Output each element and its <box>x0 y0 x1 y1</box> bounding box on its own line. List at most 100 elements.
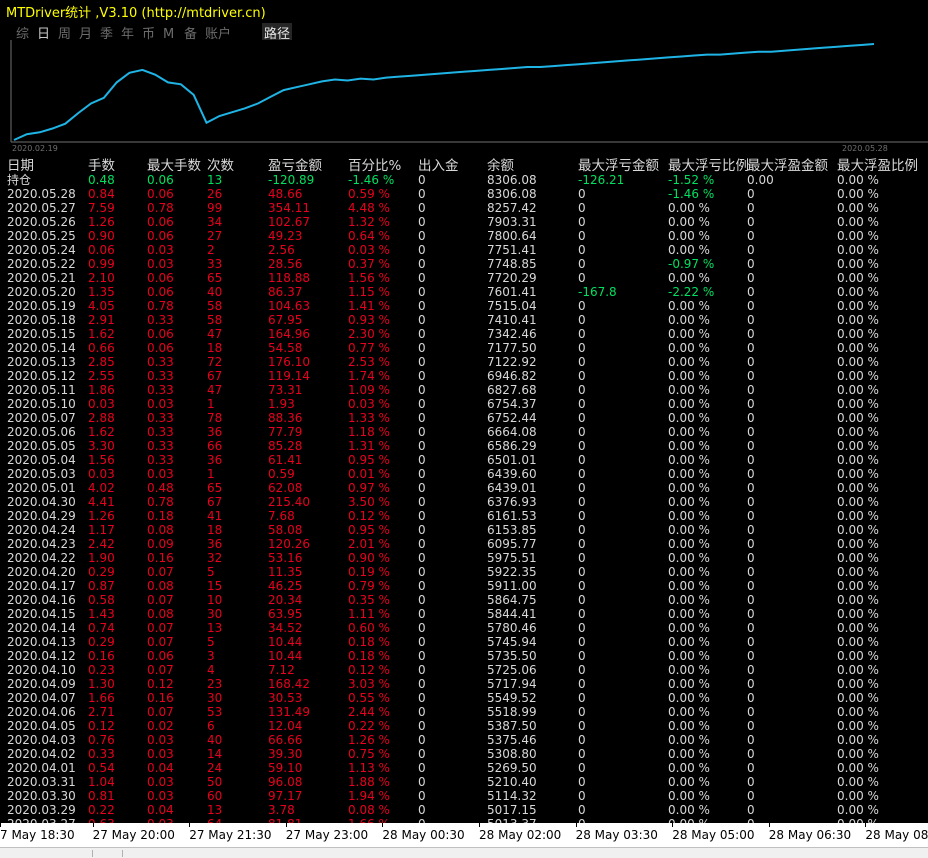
cell-8: 0 <box>578 621 586 635</box>
table-row[interactable]: 2020.04.17 0.87 0.08 15 46.25 0.79 % 0 5911.00 0… <box>0 579 928 593</box>
table-row[interactable]: 2020.05.28 0.84 0.06 26 48.66 0.59 % 0 8306.08 0… <box>0 187 928 201</box>
cell-0: 2020.05.19 <box>7 299 76 313</box>
cell-3: 47 <box>207 383 223 397</box>
cell-5: 2.53 % <box>348 355 390 369</box>
cell-9: 0.00 % <box>668 327 710 341</box>
cell-3: 14 <box>207 747 223 761</box>
cell-10: 0 <box>747 719 755 733</box>
cell-6: 0 <box>418 411 426 425</box>
cell-5: 0.97 % <box>348 481 390 495</box>
table-row[interactable]: 2020.05.11 1.86 0.33 47 73.31 1.09 % 0 6827.68 0… <box>0 383 928 397</box>
table-row[interactable]: 2020.04.12 0.16 0.06 3 10.44 0.18 % 0 5735.50 0 0… <box>0 649 928 663</box>
table-row[interactable]: 2020.04.10 0.23 0.07 4 7.12 0.12 % 0 5725.06 0 0.… <box>0 663 928 677</box>
cell-2: 0.12 <box>147 677 174 691</box>
table-row[interactable]: 2020.05.21 2.10 0.06 65 118.88 1.56 % 0 7720.29… <box>0 271 928 285</box>
table-row[interactable]: 2020.05.13 2.85 0.33 72 176.10 2.53 % 0 7122.92… <box>0 355 928 369</box>
table-row[interactable]: 2020.04.24 1.17 0.08 18 58.08 0.95 % 0 6153.85 0… <box>0 523 928 537</box>
table-row[interactable]: 2020.05.26 1.26 0.06 34 102.67 1.32 % 0 7903.31… <box>0 215 928 229</box>
cell-6: 0 <box>418 257 426 271</box>
table-row[interactable]: 2020.05.25 0.90 0.06 27 49.23 0.64 % 0 7800.64 0… <box>0 229 928 243</box>
time-label: 28 May 02:00 <box>479 828 562 842</box>
cell-6: 0 <box>418 565 426 579</box>
cell-10: 0 <box>747 257 755 271</box>
cell-5: 0.64 % <box>348 229 390 243</box>
cell-5: 0.95 % <box>348 523 390 537</box>
cell-4: 67.95 <box>268 313 303 327</box>
table-row[interactable]: 2020.04.16 0.58 0.07 10 20.34 0.35 % 0 5864.75 0… <box>0 593 928 607</box>
cell-2: 0.33 <box>147 453 174 467</box>
table-row[interactable]: 2020.05.22 0.99 0.03 33 28.56 0.37 % 0 7748.85 0… <box>0 257 928 271</box>
table-row[interactable]: 2020.05.04 1.56 0.33 36 61.41 0.95 % 0 6501.01 0… <box>0 453 928 467</box>
cell-6: 0 <box>418 733 426 747</box>
cell-1: 0.90 <box>88 229 115 243</box>
cell-3: 40 <box>207 285 223 299</box>
column-header-7: 余额 <box>487 158 514 174</box>
cell-7: 6501.01 <box>487 453 537 467</box>
cell-8: 0 <box>578 453 586 467</box>
cell-1: 1.62 <box>88 327 115 341</box>
cell-7: 5518.99 <box>487 705 537 719</box>
cell-8: 0 <box>578 327 586 341</box>
table-row[interactable]: 2020.05.19 4.05 0.78 58 104.63 1.41 % 0 7515.04… <box>0 299 928 313</box>
table-row[interactable]: 2020.04.07 1.66 0.16 30 30.53 0.55 % 0 5549.52 0… <box>0 691 928 705</box>
cell-6: 0 <box>418 579 426 593</box>
cell-4: 96.08 <box>268 775 303 789</box>
cell-11: 0.00 % <box>837 551 879 565</box>
table-row[interactable]: 2020.04.09 1.30 0.12 23 168.42 3.03 % 0 5717.94… <box>0 677 928 691</box>
cell-7: 7177.50 <box>487 341 537 355</box>
table-row[interactable]: 2020.04.05 0.12 0.02 6 12.04 0.22 % 0 5387.50 0 0… <box>0 719 928 733</box>
table-row[interactable]: 2020.05.10 0.03 0.03 1 1.93 0.03 % 0 6754.37 0 0.… <box>0 397 928 411</box>
cell-5: 1.15 % <box>348 285 390 299</box>
cell-8: 0 <box>578 467 586 481</box>
table-row[interactable]: 2020.05.03 0.03 0.03 1 0.59 0.01 % 0 6439.60 0 0.… <box>0 467 928 481</box>
table-row[interactable]: 2020.05.15 1.62 0.06 47 164.96 2.30 % 0 7342.46… <box>0 327 928 341</box>
cell-9: 0.00 % <box>668 733 710 747</box>
table-row[interactable]: 2020.05.01 4.02 0.48 65 62.08 0.97 % 0 6439.01 0… <box>0 481 928 495</box>
time-tick <box>865 823 867 827</box>
cell-11: 0.00 % <box>837 187 879 201</box>
table-row[interactable]: 2020.05.18 2.91 0.33 58 67.95 0.93 % 0 7410.41 0… <box>0 313 928 327</box>
table-row[interactable]: 2020.04.14 0.74 0.07 13 34.52 0.60 % 0 5780.46 0… <box>0 621 928 635</box>
table-row[interactable]: 2020.04.06 2.71 0.07 53 131.49 2.44 % 0 5518.99… <box>0 705 928 719</box>
table-row[interactable]: 2020.03.29 0.22 0.04 13 3.78 0.08 % 0 5017.15 0 0… <box>0 803 928 817</box>
table-row[interactable]: 2020.04.01 0.54 0.04 24 59.10 1.13 % 0 5269.50 0… <box>0 761 928 775</box>
table-row[interactable]: 2020.04.23 2.42 0.09 36 120.26 2.01 % 0 6095.77… <box>0 537 928 551</box>
table-row[interactable]: 2020.03.31 1.04 0.03 50 96.08 1.88 % 0 5210.40 0… <box>0 775 928 789</box>
table-row[interactable]: 2020.04.03 0.76 0.03 40 66.66 1.26 % 0 5375.46 0… <box>0 733 928 747</box>
table-row[interactable]: 2020.05.20 1.35 0.06 40 86.37 1.15 % 0 7601.41 -… <box>0 285 928 299</box>
cell-6: 0 <box>418 775 426 789</box>
table-row[interactable]: 2020.05.24 0.06 0.03 2 2.56 0.03 % 0 7751.41 0 0.… <box>0 243 928 257</box>
stats-table[interactable]: 持仓 0.48 0.06 13 -120.89 -1.46 % 0 8306.08 -126.2… <box>0 173 928 823</box>
time-tick <box>672 823 674 827</box>
table-row[interactable]: 2020.03.30 0.81 0.03 60 97.17 1.94 % 0 5114.32 0… <box>0 789 928 803</box>
table-row[interactable]: 2020.05.12 2.55 0.33 67 119.14 1.74 % 0 6946.82… <box>0 369 928 383</box>
cell-3: 67 <box>207 369 223 383</box>
cell-6: 0 <box>418 313 426 327</box>
table-row[interactable]: 2020.05.05 3.30 0.33 66 85.28 1.31 % 0 6586.29 0… <box>0 439 928 453</box>
table-row[interactable]: 2020.04.20 0.29 0.07 5 11.35 0.19 % 0 5922.35 0 0… <box>0 565 928 579</box>
table-row[interactable]: 2020.05.06 1.62 0.33 36 77.79 1.18 % 0 6664.08 0… <box>0 425 928 439</box>
table-row[interactable]: 2020.04.15 1.43 0.08 30 63.95 1.11 % 0 5844.41 0… <box>0 607 928 621</box>
table-row[interactable]: 2020.04.22 1.90 0.16 32 53.16 0.90 % 0 5975.51 0… <box>0 551 928 565</box>
cell-11: 0.00 % <box>837 635 879 649</box>
table-row[interactable]: 2020.05.27 7.59 0.78 99 354.11 4.48 % 0 8257.42… <box>0 201 928 215</box>
table-row[interactable]: 2020.04.13 0.29 0.07 5 10.44 0.18 % 0 5745.94 0 0… <box>0 635 928 649</box>
cell-8: 0 <box>578 677 586 691</box>
cell-0: 2020.05.12 <box>7 369 76 383</box>
cell-6: 0 <box>418 439 426 453</box>
cell-2: 0.07 <box>147 635 174 649</box>
cell-3: 67 <box>207 495 223 509</box>
cell-7: 7903.31 <box>487 215 537 229</box>
cell-5: 1.09 % <box>348 383 390 397</box>
cell-1: 0.12 <box>88 719 115 733</box>
table-row[interactable]: 2020.04.30 4.41 0.78 67 215.40 3.50 % 0 6376.93… <box>0 495 928 509</box>
table-row[interactable]: 2020.05.14 0.66 0.06 18 54.58 0.77 % 0 7177.50 0… <box>0 341 928 355</box>
table-row[interactable]: 2020.04.29 1.26 0.18 41 7.68 0.12 % 0 6161.53 0 0… <box>0 509 928 523</box>
cell-3: 18 <box>207 341 223 355</box>
table-row[interactable]: 2020.04.02 0.33 0.03 14 39.30 0.75 % 0 5308.80 0… <box>0 747 928 761</box>
table-row[interactable]: 2020.05.07 2.88 0.33 78 88.36 1.33 % 0 6752.44 0… <box>0 411 928 425</box>
cell-10: 0 <box>747 229 755 243</box>
time-label: 28 May 05:00 <box>672 828 755 842</box>
holding-row[interactable]: 持仓 0.48 0.06 13 -120.89 -1.46 % 0 8306.08 -126.2… <box>0 173 928 187</box>
cell-4: 0.59 <box>268 467 295 481</box>
